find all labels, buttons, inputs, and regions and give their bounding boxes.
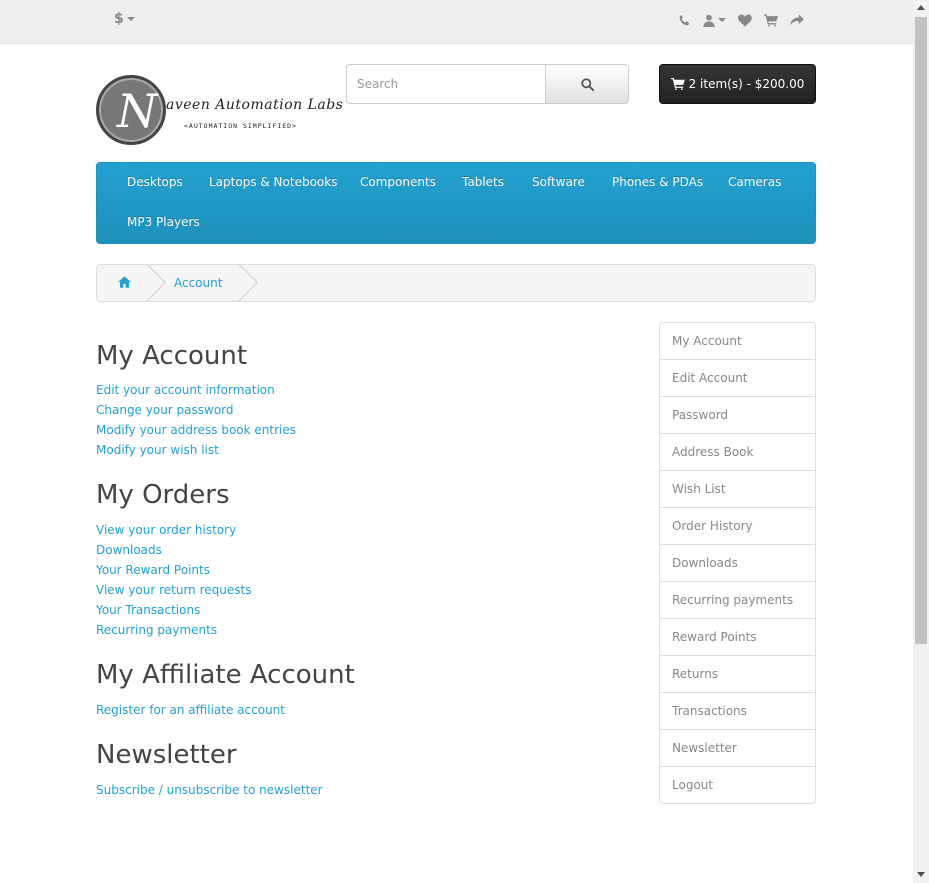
breadcrumb-separator xyxy=(143,264,169,302)
sidebar-item-password[interactable]: Password xyxy=(660,397,815,434)
link-reward-points[interactable]: Your Reward Points xyxy=(96,563,210,577)
sidebar-item-recurring-payments[interactable]: Recurring payments xyxy=(660,582,815,619)
cart-total: 2 item(s) - $200.00 xyxy=(688,77,805,91)
currency-dropdown[interactable]: $ xyxy=(114,11,135,27)
search-button[interactable] xyxy=(545,64,629,104)
logo[interactable]: N aveen Automation Labs <AUTOMATION SIMP… xyxy=(96,75,343,147)
search-icon xyxy=(580,77,594,91)
link-recurring-payments[interactable]: Recurring payments xyxy=(96,623,217,637)
sidebar-item-order-history[interactable]: Order History xyxy=(660,508,815,545)
link-wish-list[interactable]: Modify your wish list xyxy=(96,443,219,457)
caret-down-icon xyxy=(718,18,726,22)
link-newsletter-subscribe[interactable]: Subscribe / unsubscribe to newsletter xyxy=(96,783,323,797)
section-title-my-orders: My Orders xyxy=(96,480,230,510)
section-title-affiliate: My Affiliate Account xyxy=(96,660,355,690)
menu-item-components[interactable]: Components xyxy=(360,175,436,189)
section-title-newsletter: Newsletter xyxy=(96,740,237,770)
sidebar-item-address-book[interactable]: Address Book xyxy=(660,434,815,471)
home-icon xyxy=(118,276,131,288)
menu-item-cameras[interactable]: Cameras xyxy=(728,175,781,189)
sidebar-item-edit-account[interactable]: Edit Account xyxy=(660,360,815,397)
cart-button[interactable]: 2 item(s) - $200.00 xyxy=(659,64,816,104)
logo-badge: N xyxy=(96,75,166,145)
account-sidebar: My Account Edit Account Password Address… xyxy=(659,322,816,804)
sidebar-item-my-account[interactable]: My Account xyxy=(660,323,815,360)
vertical-scrollbar[interactable] xyxy=(913,0,929,883)
link-address-book[interactable]: Modify your address book entries xyxy=(96,423,296,437)
link-downloads[interactable]: Downloads xyxy=(96,543,162,557)
caret-down-icon xyxy=(126,17,135,21)
sidebar-item-wish-list[interactable]: Wish List xyxy=(660,471,815,508)
link-change-password[interactable]: Change your password xyxy=(96,403,234,417)
section-title-my-account: My Account xyxy=(96,341,248,371)
link-order-history[interactable]: View your order history xyxy=(96,523,236,537)
menu-item-mp3[interactable]: MP3 Players xyxy=(127,215,200,229)
share-icon[interactable] xyxy=(790,12,804,28)
search-group xyxy=(346,64,629,104)
logo-title: aveen Automation Labs xyxy=(166,97,344,113)
breadcrumb-account[interactable]: Account xyxy=(174,276,222,290)
menu-item-tablets[interactable]: Tablets xyxy=(462,175,504,189)
scrollbar-thumb[interactable] xyxy=(915,17,927,644)
currency-symbol: $ xyxy=(114,11,124,27)
user-icon[interactable] xyxy=(703,12,726,28)
shopping-cart-icon xyxy=(670,78,685,90)
link-return-requests[interactable]: View your return requests xyxy=(96,583,251,597)
category-menu: Desktops Laptops & Notebooks Components … xyxy=(96,162,816,244)
logo-letter: N xyxy=(117,84,158,138)
menu-item-software[interactable]: Software xyxy=(532,175,585,189)
sidebar-item-logout[interactable]: Logout xyxy=(660,767,815,803)
logo-subtitle: <AUTOMATION SIMPLIFIED> xyxy=(184,122,298,130)
sidebar-item-downloads[interactable]: Downloads xyxy=(660,545,815,582)
shopping-cart-icon[interactable] xyxy=(764,12,778,28)
menu-item-phones[interactable]: Phones & PDAs xyxy=(612,175,703,189)
link-transactions[interactable]: Your Transactions xyxy=(96,603,200,617)
menu-item-desktops[interactable]: Desktops xyxy=(127,175,183,189)
link-edit-account[interactable]: Edit your account information xyxy=(96,383,275,397)
sidebar-item-returns[interactable]: Returns xyxy=(660,656,815,693)
menu-item-laptops[interactable]: Laptops & Notebooks xyxy=(209,175,337,189)
scroll-up-icon[interactable] xyxy=(917,5,925,10)
sidebar-item-reward-points[interactable]: Reward Points xyxy=(660,619,815,656)
heart-icon[interactable] xyxy=(738,12,752,28)
breadcrumb: Account xyxy=(96,264,816,302)
scroll-down-icon[interactable] xyxy=(917,872,925,877)
phone-icon[interactable] xyxy=(678,12,691,28)
top-bar: $ xyxy=(0,0,913,44)
top-links xyxy=(678,12,816,28)
sidebar-item-newsletter[interactable]: Newsletter xyxy=(660,730,815,767)
sidebar-item-transactions[interactable]: Transactions xyxy=(660,693,815,730)
breadcrumb-home[interactable] xyxy=(118,276,131,288)
link-register-affiliate[interactable]: Register for an affiliate account xyxy=(96,703,285,717)
search-input[interactable] xyxy=(346,64,545,104)
breadcrumb-separator xyxy=(235,264,261,302)
